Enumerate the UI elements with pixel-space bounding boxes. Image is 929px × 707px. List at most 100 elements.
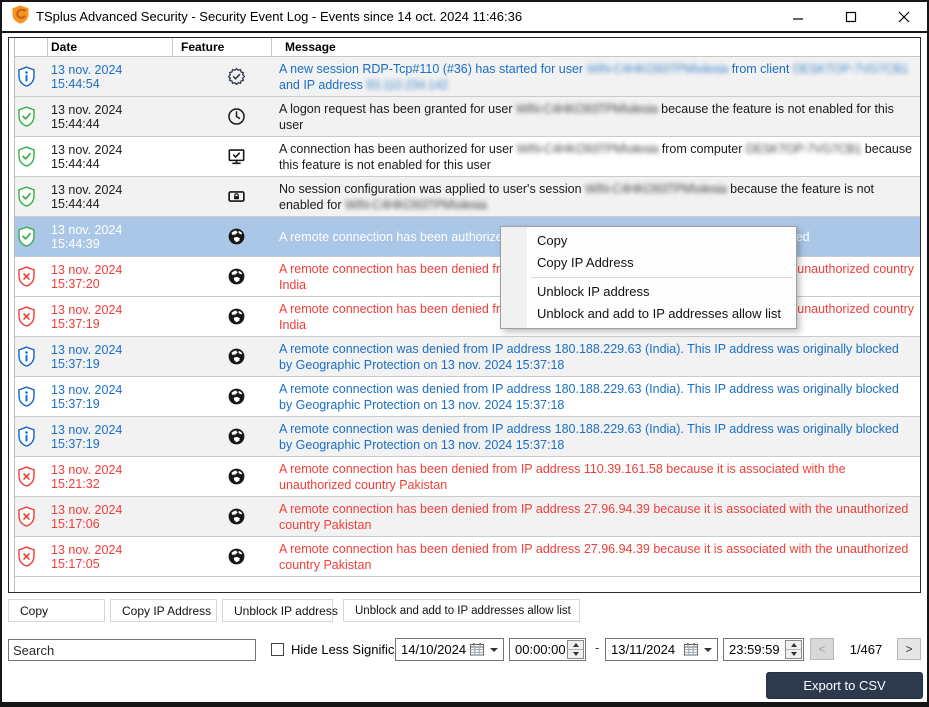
event-row[interactable]: 13 nov. 2024 15:37:19 A remote connection…: [15, 417, 920, 457]
time-from-spinner[interactable]: 00:00:00: [509, 638, 586, 661]
redacted-text: DESKTOP-7VG7CB1: [793, 62, 908, 76]
column-header-date[interactable]: Date: [48, 38, 173, 56]
severity-cell: [15, 297, 48, 336]
feature-cell: [173, 97, 272, 136]
time-from-value: 00:00:00: [515, 642, 566, 657]
event-message: A remote connection was denied from IP a…: [272, 337, 920, 376]
feature-globe-icon: [226, 346, 247, 367]
spinner-buttons[interactable]: [785, 640, 802, 659]
severity-ok-shield-icon: [17, 226, 36, 247]
time-to-spinner[interactable]: 23:59:59: [723, 638, 804, 661]
severity-error-shield-icon: [17, 466, 36, 487]
event-message: A new session RDP-Tcp#110 (#36) has star…: [272, 57, 920, 96]
unblock-and-add-to-ip-addresses-allow-list-button[interactable]: Unblock and add to IP addresses allow li…: [343, 599, 580, 622]
copy-ip-address-button[interactable]: Copy IP Address: [110, 599, 217, 622]
message-text: A remote connection has been denied from: [279, 302, 521, 316]
severity-info-shield-icon: [17, 66, 36, 87]
feature-globe-icon: [226, 506, 247, 527]
event-date: 13 nov. 2024 15:37:20: [48, 257, 173, 296]
date-from-value: 14/10/2024: [401, 642, 466, 657]
context-menu-item[interactable]: Copy: [501, 230, 796, 252]
window-maximize-button[interactable]: [840, 6, 862, 28]
page-indicator: 1/467: [838, 642, 894, 657]
event-row[interactable]: 13 nov. 2024 15:44:54A new session RDP-T…: [15, 57, 920, 97]
severity-cell: [15, 137, 48, 176]
message-text: A remote connection has been denied from: [279, 262, 521, 276]
context-menu: CopyCopy IP Address Unblock IP addressUnb…: [500, 226, 797, 329]
severity-error-shield-icon: [17, 546, 36, 567]
context-menu-item[interactable]: Copy IP Address: [501, 252, 796, 274]
event-row[interactable]: 13 nov. 2024 15:44:44A connection has be…: [15, 137, 920, 177]
message-text: A logon request has been granted for use…: [279, 102, 516, 116]
severity-cell: [15, 537, 48, 576]
severity-cell: [15, 257, 48, 296]
copy-button[interactable]: Copy: [8, 599, 105, 622]
event-date: 13 nov. 2024 15:37:19: [48, 297, 173, 336]
previous-page-button[interactable]: <: [810, 638, 834, 660]
feature-globe-icon: [226, 426, 247, 447]
severity-cell: [15, 177, 48, 216]
event-row[interactable]: 13 nov. 2024 15:21:32 A remote connection…: [15, 457, 920, 497]
event-message: A logon request has been granted for use…: [272, 97, 920, 136]
spin-down-icon: [573, 652, 579, 659]
spin-up-icon: [573, 640, 579, 647]
severity-cell: [15, 97, 48, 136]
column-header-message[interactable]: Message: [272, 38, 920, 56]
feature-cell: [173, 217, 272, 256]
feature-globe-icon: [226, 386, 247, 407]
search-input[interactable]: [8, 639, 256, 661]
spin-up-icon: [791, 640, 797, 647]
redacted-text: WIN-C4HKO93TPM\olesia: [587, 62, 729, 76]
severity-cell: [15, 57, 48, 96]
date-to-value: 13/11/2024: [611, 642, 675, 657]
redacted-text: WIN-C4HKO93TPM\olesia: [517, 142, 659, 156]
feature-cell: [173, 537, 272, 576]
message-text: A connection has been authorized for use…: [279, 142, 517, 156]
event-date: 13 nov. 2024 15:44:44: [48, 177, 173, 216]
date-from-picker[interactable]: 14/10/2024: [395, 638, 504, 661]
event-row[interactable]: 13 nov. 2024 15:44:44 A logon request has…: [15, 97, 920, 137]
context-menu-item[interactable]: Unblock IP address: [501, 281, 796, 303]
severity-error-shield-icon: [17, 506, 36, 527]
event-date: 13 nov. 2024 15:21:32: [48, 457, 173, 496]
redacted-text: 83.110.234.142: [366, 78, 448, 92]
event-row[interactable]: 13 nov. 2024 15:17:06A remote connection…: [15, 497, 920, 537]
severity-cell: [15, 497, 48, 536]
event-message: No session configuration was applied to …: [272, 177, 920, 216]
date-to-picker[interactable]: 13/11/2024: [605, 638, 718, 661]
message-text: from client: [728, 62, 793, 76]
window-title: TSplus Advanced Security - Security Even…: [36, 9, 522, 24]
event-date: 13 nov. 2024 15:17:06: [48, 497, 173, 536]
message-text: A remote connection has been denied from…: [279, 462, 846, 492]
event-row[interactable]: 13 nov. 2024 15:44:44 No session configur…: [15, 177, 920, 217]
redacted-text: WIN-C4HKO93TPM\olesia: [516, 102, 658, 116]
menu-separator: [531, 277, 793, 278]
action-bar: CopyCopy IP AddressUnblock IP address Unb…: [8, 599, 580, 622]
feature-cell: [173, 497, 272, 536]
event-row[interactable]: 13 nov. 2024 15:17:05A remote connection…: [15, 537, 920, 577]
event-date: 13 nov. 2024 15:37:19: [48, 377, 173, 416]
event-date: 13 nov. 2024 15:44:39: [48, 217, 173, 256]
time-to-value: 23:59:59: [729, 642, 780, 657]
event-date: 13 nov. 2024 15:17:05: [48, 537, 173, 576]
event-date: 13 nov. 2024 15:37:19: [48, 417, 173, 456]
hide-less-significant-checkbox[interactable]: [271, 643, 284, 656]
context-menu-item[interactable]: Unblock and add to IP addresses allow li…: [501, 303, 796, 325]
column-header-feature[interactable]: Feature: [173, 38, 272, 56]
window-close-button[interactable]: [893, 6, 915, 28]
app-shield-icon: [12, 5, 29, 29]
column-header-severity[interactable]: [15, 38, 48, 56]
event-row[interactable]: 13 nov. 2024 15:37:19A remote connection…: [15, 377, 920, 417]
feature-cell: [173, 337, 272, 376]
next-page-button[interactable]: >: [897, 638, 921, 660]
unblock-ip-address-button[interactable]: Unblock IP address: [222, 599, 333, 622]
spinner-buttons[interactable]: [567, 640, 584, 659]
feature-seal-check-icon: [226, 66, 247, 87]
event-message: A remote connection was denied from IP a…: [272, 417, 920, 456]
event-date: 13 nov. 2024 15:44:44: [48, 97, 173, 136]
event-row[interactable]: 13 nov. 2024 15:37:19A remote connection…: [15, 337, 920, 377]
export-to-csv-button[interactable]: Export to CSV: [766, 672, 923, 699]
calendar-icon: [684, 643, 698, 659]
window-minimize-button[interactable]: [787, 6, 809, 28]
redacted-text: WIN-C4HKO93TPM\olesia: [585, 182, 727, 196]
